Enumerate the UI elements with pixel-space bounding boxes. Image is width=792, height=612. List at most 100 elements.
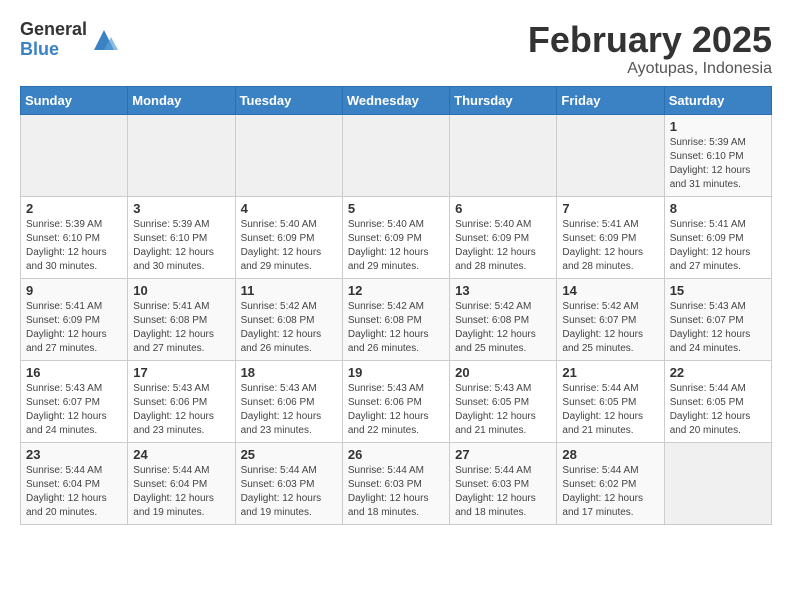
calendar-cell: 25 Sunrise: 5:44 AM Sunset: 6:03 PM Dayli… [235,442,342,524]
calendar-cell: 6 Sunrise: 5:40 AM Sunset: 6:09 PM Daylig… [450,196,557,278]
logo-general-text: General [20,20,87,40]
day-info: Sunrise: 5:40 AM Sunset: 6:09 PM Dayligh… [241,218,337,274]
day-info: Sunrise: 5:39 AM Sunset: 6:10 PM Dayligh… [670,136,766,192]
day-number: 25 [241,447,337,462]
day-number: 1 [670,119,766,134]
day-number: 28 [562,447,658,462]
day-number: 22 [670,365,766,380]
calendar-cell: 22 Sunrise: 5:44 AM Sunset: 6:05 PM Dayli… [664,360,771,442]
day-number: 21 [562,365,658,380]
calendar-cell: 24 Sunrise: 5:44 AM Sunset: 6:04 PM Dayli… [128,442,235,524]
calendar-cell: 23 Sunrise: 5:44 AM Sunset: 6:04 PM Dayli… [21,442,128,524]
day-info: Sunrise: 5:43 AM Sunset: 6:07 PM Dayligh… [670,300,766,356]
day-number: 10 [133,283,229,298]
day-number: 5 [348,201,444,216]
calendar-cell: 17Sunrise: 5:43 AM Sunset: 6:06 PM Dayli… [128,360,235,442]
calendar-week-row: 16 Sunrise: 5:43 AM Sunset: 6:07 PM Dayli… [21,360,772,442]
calendar-cell: 15 Sunrise: 5:43 AM Sunset: 6:07 PM Dayli… [664,278,771,360]
calendar-header-row: SundayMondayTuesdayWednesdayThursdayFrid… [21,86,772,114]
day-number: 13 [455,283,551,298]
logo: General Blue [20,20,119,60]
day-info: Sunrise: 5:42 AM Sunset: 6:08 PM Dayligh… [455,300,551,356]
month-title: February 2025 [528,20,772,60]
day-info: Sunrise: 5:39 AM Sunset: 6:10 PM Dayligh… [26,218,122,274]
day-info: Sunrise: 5:44 AM Sunset: 6:02 PM Dayligh… [562,464,658,520]
day-info: Sunrise: 5:44 AM Sunset: 6:03 PM Dayligh… [455,464,551,520]
calendar-week-row: 9Sunrise: 5:41 AM Sunset: 6:09 PM Daylig… [21,278,772,360]
location: Ayotupas, Indonesia [528,60,772,78]
day-of-week-header: Monday [128,86,235,114]
day-number: 20 [455,365,551,380]
day-of-week-header: Saturday [664,86,771,114]
day-number: 26 [348,447,444,462]
day-info: Sunrise: 5:43 AM Sunset: 6:06 PM Dayligh… [133,382,229,438]
day-number: 18 [241,365,337,380]
day-info: Sunrise: 5:44 AM Sunset: 6:04 PM Dayligh… [26,464,122,520]
calendar-cell [21,114,128,196]
calendar-cell [128,114,235,196]
logo-icon [89,25,119,55]
logo-blue-text: Blue [20,40,87,60]
day-info: Sunrise: 5:39 AM Sunset: 6:10 PM Dayligh… [133,218,229,274]
day-info: Sunrise: 5:41 AM Sunset: 6:09 PM Dayligh… [562,218,658,274]
calendar-cell: 3 Sunrise: 5:39 AM Sunset: 6:10 PM Daylig… [128,196,235,278]
day-info: Sunrise: 5:40 AM Sunset: 6:09 PM Dayligh… [348,218,444,274]
day-number: 8 [670,201,766,216]
calendar-body: 1 Sunrise: 5:39 AM Sunset: 6:10 PM Daylig… [21,114,772,524]
day-number: 6 [455,201,551,216]
day-info: Sunrise: 5:44 AM Sunset: 6:03 PM Dayligh… [241,464,337,520]
day-number: 3 [133,201,229,216]
day-info: Sunrise: 5:42 AM Sunset: 6:07 PM Dayligh… [562,300,658,356]
day-info: Sunrise: 5:41 AM Sunset: 6:09 PM Dayligh… [26,300,122,356]
calendar-cell: 16 Sunrise: 5:43 AM Sunset: 6:07 PM Dayli… [21,360,128,442]
calendar-cell [342,114,449,196]
calendar-cell: 21 Sunrise: 5:44 AM Sunset: 6:05 PM Dayli… [557,360,664,442]
day-info: Sunrise: 5:43 AM Sunset: 6:06 PM Dayligh… [348,382,444,438]
day-info: Sunrise: 5:44 AM Sunset: 6:03 PM Dayligh… [348,464,444,520]
day-number: 11 [241,283,337,298]
calendar-cell [450,114,557,196]
calendar-cell [235,114,342,196]
calendar-cell: 20 Sunrise: 5:43 AM Sunset: 6:05 PM Dayli… [450,360,557,442]
calendar-cell [664,442,771,524]
calendar-week-row: 2Sunrise: 5:39 AM Sunset: 6:10 PM Daylig… [21,196,772,278]
calendar-cell [557,114,664,196]
calendar-cell: 10 Sunrise: 5:41 AM Sunset: 6:08 PM Dayli… [128,278,235,360]
title-block: February 2025 Ayotupas, Indonesia [528,20,772,78]
calendar-cell: 19 Sunrise: 5:43 AM Sunset: 6:06 PM Dayli… [342,360,449,442]
day-info: Sunrise: 5:44 AM Sunset: 6:04 PM Dayligh… [133,464,229,520]
day-info: Sunrise: 5:42 AM Sunset: 6:08 PM Dayligh… [241,300,337,356]
day-info: Sunrise: 5:41 AM Sunset: 6:09 PM Dayligh… [670,218,766,274]
day-number: 16 [26,365,122,380]
day-number: 24 [133,447,229,462]
calendar-cell: 27Sunrise: 5:44 AM Sunset: 6:03 PM Dayli… [450,442,557,524]
day-info: Sunrise: 5:40 AM Sunset: 6:09 PM Dayligh… [455,218,551,274]
calendar-cell: 9Sunrise: 5:41 AM Sunset: 6:09 PM Daylig… [21,278,128,360]
calendar-cell: 18 Sunrise: 5:43 AM Sunset: 6:06 PM Dayli… [235,360,342,442]
day-info: Sunrise: 5:43 AM Sunset: 6:07 PM Dayligh… [26,382,122,438]
day-info: Sunrise: 5:44 AM Sunset: 6:05 PM Dayligh… [562,382,658,438]
day-number: 7 [562,201,658,216]
calendar-cell: 2Sunrise: 5:39 AM Sunset: 6:10 PM Daylig… [21,196,128,278]
day-number: 15 [670,283,766,298]
calendar-cell: 4Sunrise: 5:40 AM Sunset: 6:09 PM Daylig… [235,196,342,278]
calendar-cell: 11 Sunrise: 5:42 AM Sunset: 6:08 PM Dayli… [235,278,342,360]
day-number: 23 [26,447,122,462]
day-number: 14 [562,283,658,298]
day-of-week-header: Wednesday [342,86,449,114]
calendar-week-row: 1 Sunrise: 5:39 AM Sunset: 6:10 PM Daylig… [21,114,772,196]
day-of-week-header: Tuesday [235,86,342,114]
day-info: Sunrise: 5:43 AM Sunset: 6:06 PM Dayligh… [241,382,337,438]
day-info: Sunrise: 5:42 AM Sunset: 6:08 PM Dayligh… [348,300,444,356]
calendar-cell: 7 Sunrise: 5:41 AM Sunset: 6:09 PM Daylig… [557,196,664,278]
calendar-table: SundayMondayTuesdayWednesdayThursdayFrid… [20,86,772,525]
calendar-cell: 14 Sunrise: 5:42 AM Sunset: 6:07 PM Dayli… [557,278,664,360]
day-info: Sunrise: 5:43 AM Sunset: 6:05 PM Dayligh… [455,382,551,438]
day-number: 19 [348,365,444,380]
day-of-week-header: Thursday [450,86,557,114]
calendar-cell: 26 Sunrise: 5:44 AM Sunset: 6:03 PM Dayli… [342,442,449,524]
day-info: Sunrise: 5:41 AM Sunset: 6:08 PM Dayligh… [133,300,229,356]
calendar-cell: 13 Sunrise: 5:42 AM Sunset: 6:08 PM Dayli… [450,278,557,360]
calendar-week-row: 23 Sunrise: 5:44 AM Sunset: 6:04 PM Dayli… [21,442,772,524]
day-info: Sunrise: 5:44 AM Sunset: 6:05 PM Dayligh… [670,382,766,438]
